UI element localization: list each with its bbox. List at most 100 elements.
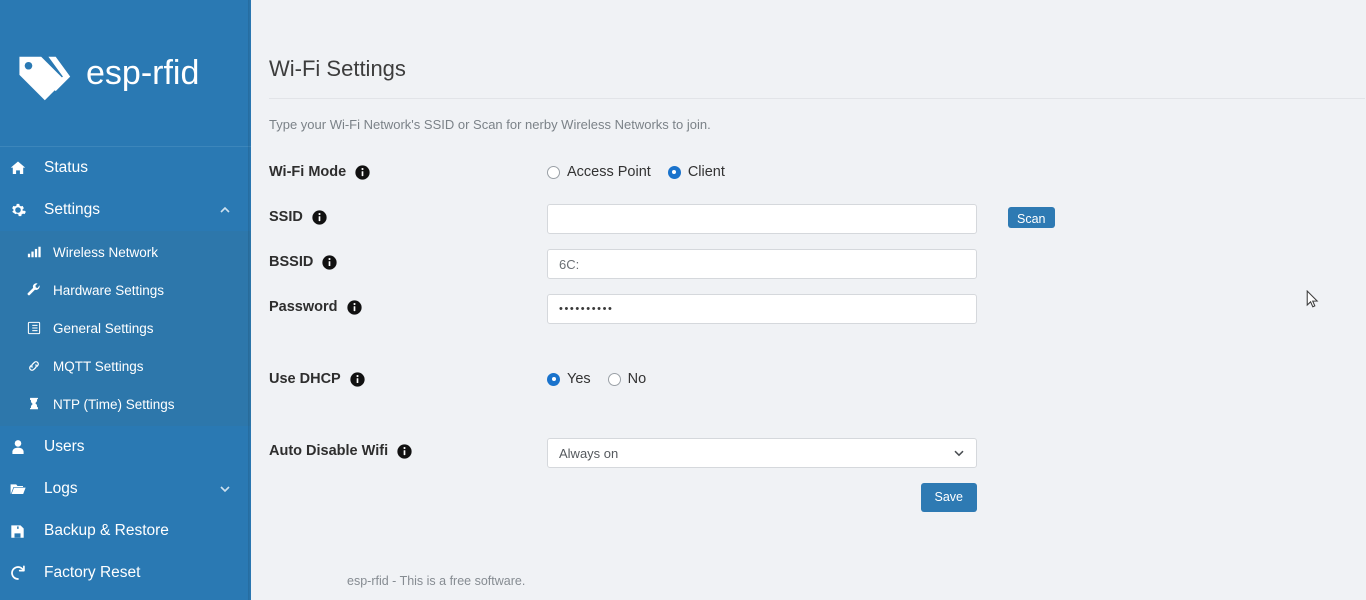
label-ssid-text: SSID bbox=[269, 209, 303, 225]
page-description: Type your Wi-Fi Network's SSID or Scan f… bbox=[269, 117, 1365, 132]
main-content: Wi-Fi Settings Type your Wi-Fi Network's… bbox=[251, 0, 1366, 600]
form-row-ssid: SSID Scan bbox=[269, 204, 1365, 234]
radio-group-use-dhcp: Yes No bbox=[547, 366, 646, 387]
save-button[interactable]: Save bbox=[921, 483, 978, 512]
label-bssid-text: BSSID bbox=[269, 254, 313, 270]
control-bssid bbox=[547, 249, 1365, 279]
radio-client[interactable] bbox=[668, 166, 681, 179]
sidebar-item-label-logs: Logs bbox=[40, 480, 78, 498]
sidebar-subitem-label-ntp: NTP (Time) Settings bbox=[53, 397, 175, 412]
label-password-text: Password bbox=[269, 299, 338, 315]
info-circle-icon[interactable] bbox=[355, 165, 370, 180]
sidebar-item-label-users: Users bbox=[40, 438, 84, 456]
hourglass-icon bbox=[27, 397, 53, 411]
chevron-down-icon bbox=[953, 447, 965, 459]
control-ssid: Scan bbox=[547, 204, 1365, 234]
refresh-icon bbox=[10, 565, 40, 581]
form-row-auto-disable-wifi: Auto Disable Wifi Always on bbox=[269, 438, 1365, 468]
label-auto-disable-wifi-text: Auto Disable Wifi bbox=[269, 443, 388, 459]
control-auto-disable-wifi: Always on bbox=[547, 438, 1365, 468]
form-spacer-2 bbox=[269, 411, 1365, 438]
sidebar-item-hardware-settings[interactable]: Hardware Settings bbox=[0, 271, 251, 309]
radio-group-wifi-mode: Access Point Client bbox=[547, 159, 725, 180]
brand-name: esp-rfid bbox=[86, 56, 199, 90]
info-circle-icon[interactable] bbox=[347, 300, 362, 315]
footer-text: esp-rfid - This is a free software. bbox=[347, 574, 525, 588]
brand-header[interactable]: esp-rfid bbox=[0, 0, 251, 147]
label-wifi-mode: Wi-Fi Mode bbox=[269, 159, 547, 180]
save-row-inner: Save bbox=[547, 483, 977, 512]
radio-option-dhcp-yes[interactable]: Yes bbox=[547, 371, 591, 387]
sidebar-item-settings[interactable]: Settings bbox=[0, 189, 251, 231]
app-root: esp-rfid Status Settings bbox=[0, 0, 1366, 600]
scan-button[interactable]: Scan bbox=[1008, 207, 1055, 228]
wifi-settings-form: Wi-Fi Mode Access Point Client bbox=[269, 159, 1365, 512]
radio-label-dhcp-no: No bbox=[628, 371, 647, 387]
label-auto-disable-wifi: Auto Disable Wifi bbox=[269, 438, 547, 459]
label-bssid: BSSID bbox=[269, 249, 547, 270]
ssid-input[interactable] bbox=[547, 204, 977, 234]
signal-bars-icon bbox=[27, 245, 53, 259]
chevron-down-icon[interactable] bbox=[219, 483, 231, 495]
wrench-icon bbox=[27, 283, 53, 297]
sidebar-item-ntp-settings[interactable]: NTP (Time) Settings bbox=[0, 385, 251, 423]
sidebar-nav: Status Settings Wireless Network bbox=[0, 147, 251, 594]
sidebar-item-label-backup: Backup & Restore bbox=[40, 522, 169, 540]
radio-label-client: Client bbox=[688, 164, 725, 180]
form-row-password: Password •••••••••• bbox=[269, 294, 1365, 324]
list-alt-icon bbox=[27, 321, 53, 335]
radio-access-point[interactable] bbox=[547, 166, 560, 179]
info-circle-icon[interactable] bbox=[397, 444, 412, 459]
sidebar-item-label-status: Status bbox=[40, 159, 88, 177]
auto-disable-wifi-select[interactable]: Always on bbox=[547, 438, 977, 468]
footer: esp-rfid - This is a free software. bbox=[251, 574, 1366, 588]
info-circle-icon[interactable] bbox=[312, 210, 327, 225]
sidebar-item-users[interactable]: Users bbox=[0, 426, 251, 468]
folder-icon bbox=[10, 481, 40, 497]
sidebar-item-wireless-network[interactable]: Wireless Network bbox=[0, 233, 251, 271]
sidebar-item-label-settings: Settings bbox=[40, 201, 100, 219]
sidebar-item-status[interactable]: Status bbox=[0, 147, 251, 189]
sidebar: esp-rfid Status Settings bbox=[0, 0, 251, 600]
sidebar-item-factory-reset[interactable]: Factory Reset bbox=[0, 552, 251, 594]
sidebar-item-general-settings[interactable]: General Settings bbox=[0, 309, 251, 347]
sidebar-item-logs[interactable]: Logs bbox=[0, 468, 251, 510]
sidebar-item-label-factory-reset: Factory Reset bbox=[40, 564, 140, 582]
label-wifi-mode-text: Wi-Fi Mode bbox=[269, 164, 346, 180]
link-chain-icon bbox=[27, 359, 53, 373]
label-ssid: SSID bbox=[269, 204, 547, 225]
gear-icon bbox=[10, 202, 40, 218]
radio-label-dhcp-yes: Yes bbox=[567, 371, 591, 387]
sidebar-subitem-label-mqtt: MQTT Settings bbox=[53, 359, 144, 374]
label-password: Password bbox=[269, 294, 547, 315]
sidebar-item-backup-restore[interactable]: Backup & Restore bbox=[0, 510, 251, 552]
password-input[interactable]: •••••••••• bbox=[547, 294, 977, 324]
chevron-up-icon[interactable] bbox=[219, 204, 231, 216]
form-row-bssid: BSSID bbox=[269, 249, 1365, 279]
user-icon bbox=[10, 439, 40, 455]
control-password: •••••••••• bbox=[547, 294, 1365, 324]
title-divider bbox=[269, 98, 1365, 99]
sidebar-subitem-label-general: General Settings bbox=[53, 321, 154, 336]
radio-dhcp-yes[interactable] bbox=[547, 373, 560, 386]
radio-dhcp-no[interactable] bbox=[608, 373, 621, 386]
sidebar-subitem-label-wireless: Wireless Network bbox=[53, 245, 158, 260]
form-row-wifi-mode: Wi-Fi Mode Access Point Client bbox=[269, 159, 1365, 189]
info-circle-icon[interactable] bbox=[350, 372, 365, 387]
bssid-input[interactable] bbox=[547, 249, 977, 279]
sidebar-item-mqtt-settings[interactable]: MQTT Settings bbox=[0, 347, 251, 385]
home-icon bbox=[10, 160, 40, 176]
save-floppy-icon bbox=[10, 524, 40, 539]
radio-option-access-point[interactable]: Access Point bbox=[547, 164, 651, 180]
radio-option-dhcp-no[interactable]: No bbox=[608, 371, 647, 387]
info-circle-icon[interactable] bbox=[322, 255, 337, 270]
radio-label-access-point: Access Point bbox=[567, 164, 651, 180]
radio-option-client[interactable]: Client bbox=[668, 164, 725, 180]
tags-icon bbox=[14, 44, 72, 102]
label-use-dhcp: Use DHCP bbox=[269, 366, 547, 387]
control-use-dhcp: Yes No bbox=[547, 366, 1365, 387]
form-spacer bbox=[269, 339, 1365, 366]
label-use-dhcp-text: Use DHCP bbox=[269, 371, 341, 387]
control-wifi-mode: Access Point Client bbox=[547, 159, 1365, 180]
form-row-use-dhcp: Use DHCP Yes No bbox=[269, 366, 1365, 396]
